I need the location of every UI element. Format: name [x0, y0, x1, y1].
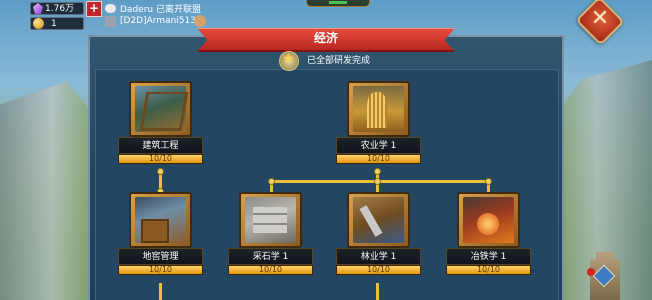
agriculture-icon — [353, 86, 404, 132]
top-status-indicator — [306, 0, 370, 7]
buy-gems-button[interactable]: + — [86, 1, 102, 17]
cellar-icon — [135, 197, 186, 243]
connector-node — [268, 178, 275, 185]
connector-node — [485, 178, 492, 185]
background-scenery-left — [0, 81, 95, 300]
tech-level: 10/10 — [366, 265, 391, 274]
tech-level: 10/10 — [148, 265, 173, 274]
tech-level: 10/10 — [366, 154, 391, 163]
tech-level: 10/10 — [258, 265, 283, 274]
tech-node-forestry[interactable]: 林业学 1 10/10 — [336, 192, 428, 284]
page-title: 经济 — [313, 31, 338, 45]
tech-level: 10/10 — [148, 154, 173, 163]
tech-node-quarry[interactable]: 采石学 1 10/10 — [228, 192, 320, 284]
close-icon[interactable]: ✕ — [582, 3, 618, 35]
connector-node — [374, 178, 381, 185]
tech-name: 冶铁学 1 — [446, 248, 531, 265]
chat-bubble-icon — [105, 4, 116, 13]
forestry-icon — [353, 197, 404, 243]
star-badge-icon — [279, 51, 299, 71]
research-status: 已全部研发完成 — [307, 56, 371, 66]
gem-count: 1.76万 — [45, 4, 75, 14]
tech-name: 建筑工程 — [118, 137, 203, 154]
tech-name: 农业学 1 — [336, 137, 421, 154]
metallurgy-icon — [463, 197, 514, 243]
tech-node-agriculture[interactable]: 农业学 1 10/10 — [336, 81, 428, 173]
tech-node-construction[interactable]: 建筑工程 10/10 — [118, 81, 210, 173]
connector-line — [376, 283, 379, 300]
player-avatar-icon — [194, 15, 206, 27]
construction-icon — [135, 86, 186, 132]
notification-dot — [587, 268, 595, 276]
chat-preview[interactable]: Daderu 已离开联盟 [D2D]Armani513 : — [105, 2, 225, 30]
tech-name: 采石学 1 — [228, 248, 313, 265]
tech-level: 10/10 — [476, 265, 501, 274]
guild-icon — [105, 16, 116, 27]
tech-name: 林业学 1 — [336, 248, 421, 265]
tech-node-cellar[interactable]: 地窖管理 10/10 — [118, 192, 210, 284]
coin-count: 1 — [51, 19, 57, 29]
chat-message-1: Daderu 已离开联盟 — [120, 5, 201, 15]
coin-icon — [33, 18, 44, 29]
quarry-icon — [245, 197, 296, 243]
tech-node-metallurgy[interactable]: 冶铁学 1 10/10 — [446, 192, 538, 284]
connector-line — [159, 283, 162, 300]
tech-name: 地窖管理 — [118, 248, 203, 265]
chat-message-2: [D2D]Armani513 : — [120, 16, 202, 26]
